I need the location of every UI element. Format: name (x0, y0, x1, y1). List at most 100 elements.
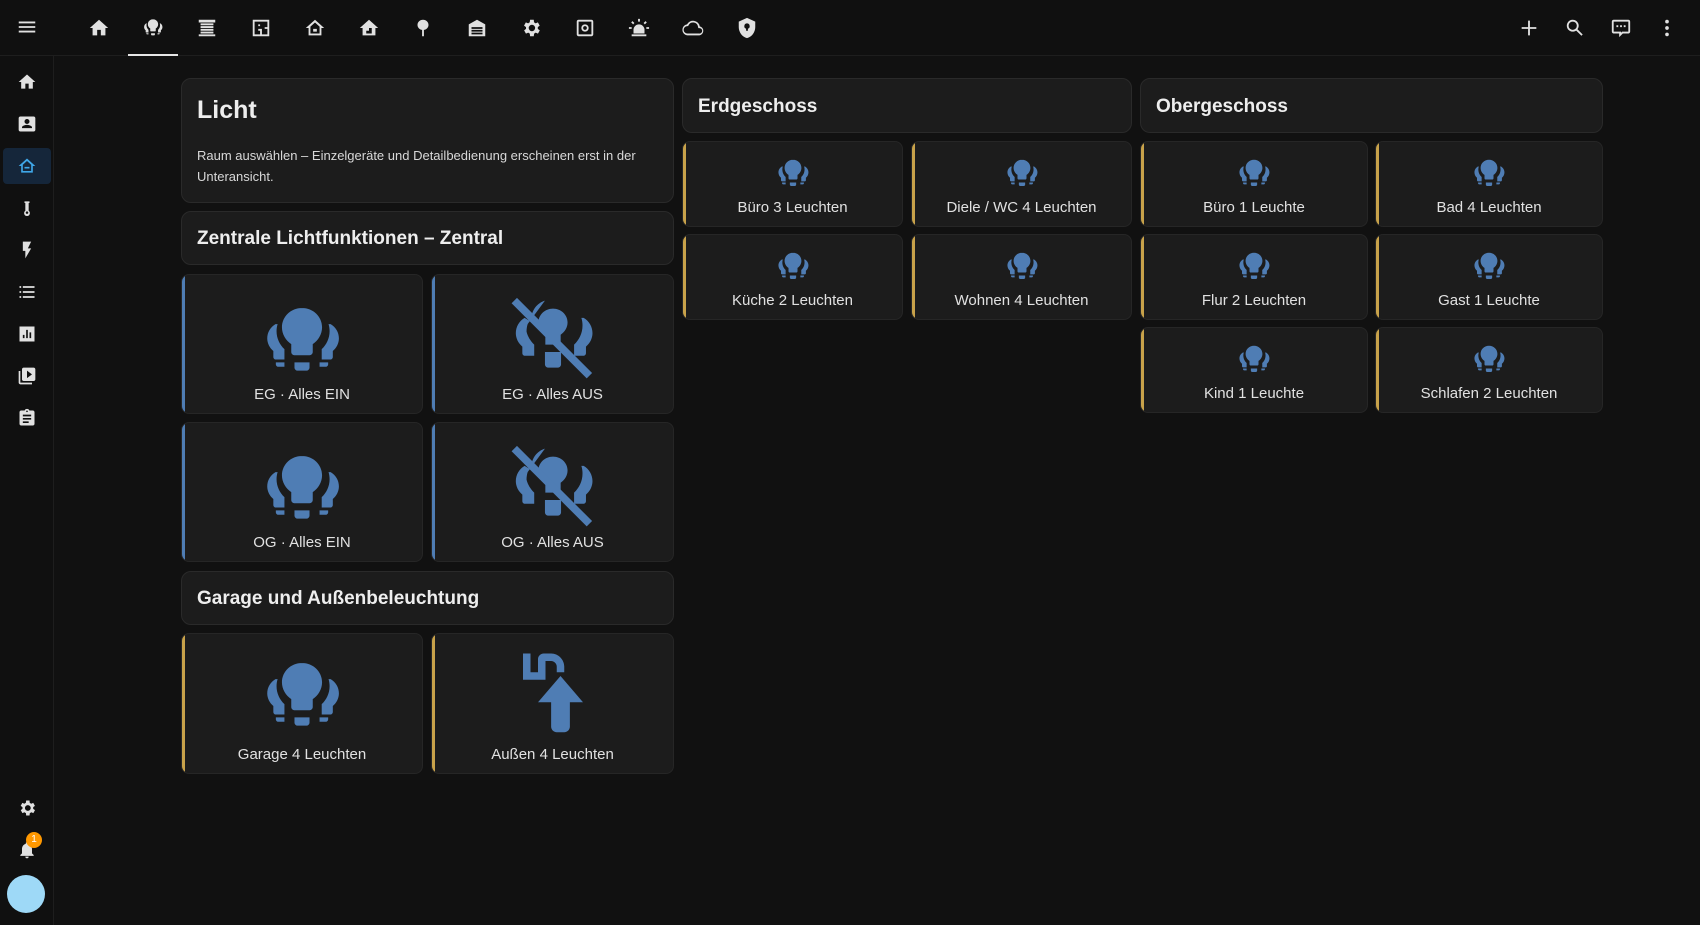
more-button[interactable] (1644, 5, 1690, 51)
tile-label: Außen 4 Leuchten (491, 746, 614, 763)
sidebar-item-overview[interactable] (3, 64, 51, 100)
tile-label: Schlafen 2 Leuchten (1420, 385, 1558, 402)
search-icon (1566, 19, 1583, 36)
sidebar-item-persons[interactable] (3, 106, 51, 142)
sidebar-item-history[interactable] (3, 316, 51, 352)
tile-label: OG · Alles AUS (501, 534, 604, 551)
sidebar-item-media[interactable] (3, 358, 51, 394)
lightbulb-group-icon (1236, 342, 1272, 378)
tab-garden[interactable] (396, 0, 450, 56)
shield-icon (738, 17, 756, 39)
tab-settings[interactable] (504, 0, 558, 56)
alarm-light-icon (628, 18, 650, 37)
tab-upstairs[interactable] (342, 0, 396, 56)
tile-label: EG · Alles AUS (502, 386, 603, 403)
lightbulb-group-icon (1236, 249, 1272, 285)
tile-label: Flur 2 Leuchten (1201, 292, 1307, 309)
sidebar-item-settings[interactable] (3, 790, 51, 826)
lightbulb-group-icon (1471, 156, 1507, 192)
licht-header-card: Licht Raum auswählen – Einzelgeräte und … (181, 78, 674, 203)
tile-og-flur[interactable]: Flur 2 Leuchten (1140, 234, 1368, 320)
tile-label: Büro 1 Leuchte (1203, 199, 1305, 216)
lightbulb-group-icon (259, 447, 345, 533)
garage-icon (468, 19, 486, 37)
robot-icon (576, 19, 594, 37)
tab-floorplan[interactable] (234, 0, 288, 56)
home-floor-icon (305, 19, 325, 36)
clipboard-icon (19, 408, 35, 426)
tile-label: OG · Alles EIN (253, 534, 351, 551)
cog-icon (524, 19, 540, 37)
assist-icon (1611, 19, 1631, 38)
assist-button[interactable] (1598, 5, 1644, 51)
tile-label: Wohnen 4 Leuchten (954, 292, 1089, 309)
cloud-icon (682, 20, 704, 36)
erdgeschoss-header: Erdgeschoss (682, 78, 1132, 133)
tab-home[interactable] (72, 0, 126, 56)
tab-garage[interactable] (450, 0, 504, 56)
tile-aussen[interactable]: Außen 4 Leuchten (431, 633, 674, 774)
top-app-bar (0, 0, 1700, 56)
thermometer-icon (24, 201, 30, 217)
tile-label: Kind 1 Leuchte (1203, 385, 1305, 402)
tile-eg-alles-ein[interactable]: EG · Alles EIN (181, 274, 423, 414)
tile-og-bad[interactable]: Bad 4 Leuchten (1375, 141, 1603, 227)
section-title: Garage und Außenbeleuchtung (197, 588, 480, 609)
add-icon (1521, 20, 1537, 36)
tile-garage[interactable]: Garage 4 Leuchten (181, 633, 423, 774)
tile-label: Garage 4 Leuchten (237, 746, 367, 763)
tree-icon (417, 19, 429, 37)
tile-label: Bad 4 Leuchten (1436, 199, 1542, 216)
list-icon (19, 286, 35, 298)
blinds-icon (198, 19, 216, 37)
tile-eg-wohnen[interactable]: Wohnen 4 Leuchten (911, 234, 1132, 320)
tile-label: Gast 1 Leuchte (1438, 292, 1540, 309)
menu-button[interactable] (10, 10, 44, 44)
lightbulb-group-off-icon (507, 439, 599, 531)
page-description: Raum auswählen – Einzelgeräte und Detail… (197, 148, 636, 184)
tile-eg-buero[interactable]: Büro 3 Leuchten (682, 141, 903, 227)
tile-eg-alles-aus[interactable]: EG · Alles AUS (431, 274, 674, 414)
tile-eg-diele[interactable]: Diele / WC 4 Leuchten (911, 141, 1132, 227)
tab-security[interactable] (720, 0, 774, 56)
lightbulb-group-icon (775, 156, 811, 192)
notification-badge: 1 (26, 832, 42, 848)
avatar[interactable] (7, 875, 45, 913)
menu-icon (18, 21, 36, 33)
page-title: Licht (197, 96, 257, 124)
home-icon (89, 19, 109, 36)
tile-og-alles-ein[interactable]: OG · Alles EIN (181, 422, 423, 562)
sidebar-item-dashboard[interactable] (3, 148, 51, 184)
tile-og-schlafen[interactable]: Schlafen 2 Leuchten (1375, 327, 1603, 413)
lightbulb-group-off-icon (507, 291, 599, 383)
tile-eg-kueche[interactable]: Küche 2 Leuchten (682, 234, 903, 320)
lightbulb-group-icon (142, 17, 164, 39)
add-button[interactable] (1506, 5, 1552, 51)
tile-label: Diele / WC 4 Leuchten (946, 199, 1097, 216)
tile-og-buero[interactable]: Büro 1 Leuchte (1140, 141, 1368, 227)
sidebar-item-climate[interactable] (3, 190, 51, 226)
home-active-icon (18, 158, 36, 173)
garage-section-header: Garage und Außenbeleuchtung (181, 571, 674, 625)
sidebar-item-energy[interactable] (3, 232, 51, 268)
lightbulb-group-icon (775, 249, 811, 285)
tile-og-alles-aus[interactable]: OG · Alles AUS (431, 422, 674, 562)
obergeschoss-header: Obergeschoss (1140, 78, 1603, 133)
account-box-icon (18, 116, 36, 132)
search-button[interactable] (1552, 5, 1598, 51)
tab-licht[interactable] (126, 0, 180, 56)
toolbar-actions (1506, 0, 1690, 56)
lightbulb-group-icon (1004, 249, 1040, 285)
tab-weather[interactable] (666, 0, 720, 56)
lightbulb-group-icon (1004, 156, 1040, 192)
tab-home-floor[interactable] (288, 0, 342, 56)
tile-og-gast[interactable]: Gast 1 Leuchte (1375, 234, 1603, 320)
floor-plan-icon (252, 19, 270, 37)
sidebar-item-notifications[interactable]: 1 (3, 832, 51, 868)
tab-robot[interactable] (558, 0, 612, 56)
tab-blinds[interactable] (180, 0, 234, 56)
sidebar-item-todo[interactable] (3, 400, 51, 436)
tile-og-kind[interactable]: Kind 1 Leuchte (1140, 327, 1368, 413)
sidebar-item-logbook[interactable] (3, 274, 51, 310)
tab-alarm[interactable] (612, 0, 666, 56)
